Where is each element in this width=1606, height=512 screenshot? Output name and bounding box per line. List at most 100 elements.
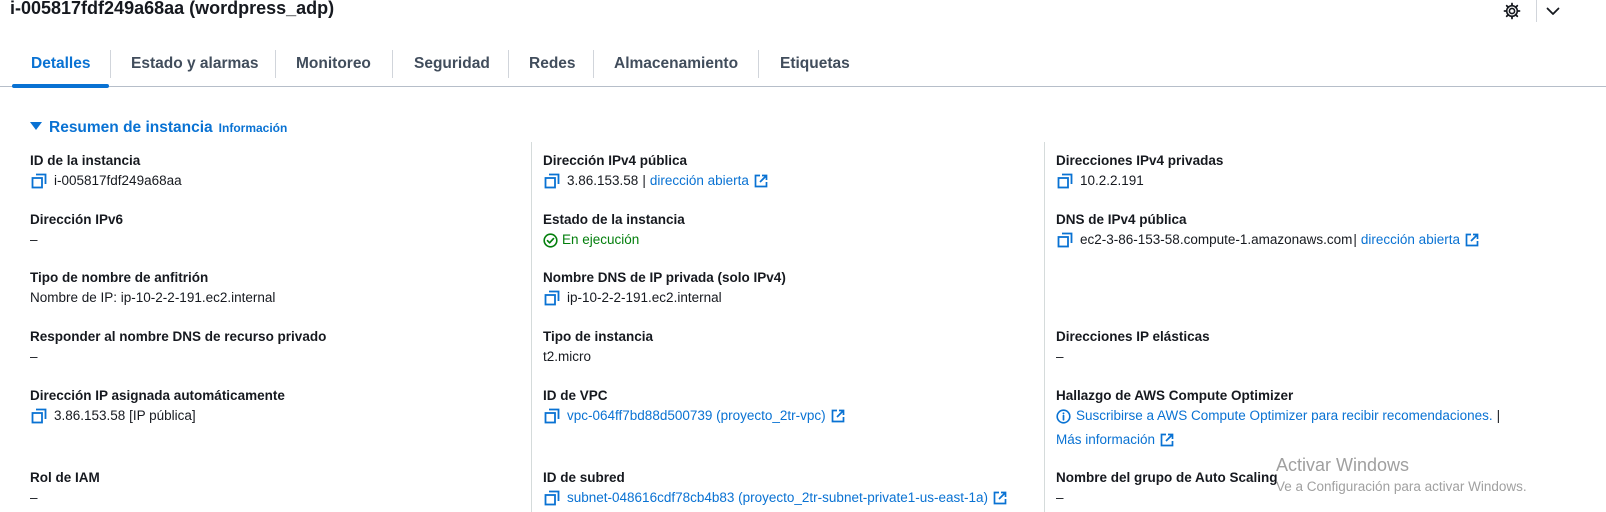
copy-icon[interactable]	[543, 407, 561, 425]
info-icon	[1056, 408, 1071, 424]
section-header[interactable]: Resumen de instancia Información	[30, 119, 287, 137]
public-dns-value: ec2-3-86-153-58.compute-1.amazonaws.com	[1080, 232, 1353, 247]
copy-icon[interactable]	[30, 172, 48, 190]
field-label: ID de VPC	[543, 388, 608, 403]
column-divider	[531, 142, 532, 512]
field-label: Tipo de nombre de anfitrión	[30, 270, 209, 285]
tab-divider	[508, 50, 509, 78]
section-title[interactable]: Resumen de instancia	[49, 119, 213, 136]
field-value: Suscribirse a AWS Compute Optimizer para…	[1056, 406, 1504, 426]
field-value: 3.86.153.58 | dirección abierta	[543, 171, 768, 191]
field-public-dns: DNS de IPv4 pública ec2-3-86-153-58.comp…	[1056, 210, 1479, 250]
check-circle-icon	[543, 232, 558, 248]
instance-type-value: t2.micro	[543, 349, 592, 364]
external-link-icon[interactable]	[1160, 433, 1174, 447]
caret-down-icon[interactable]	[30, 122, 42, 130]
copy-icon[interactable]	[30, 407, 48, 425]
info-link[interactable]: Información	[219, 121, 288, 135]
field-value: 10.2.2.191	[1056, 171, 1223, 191]
field-label: DNS de IPv4 pública	[1056, 212, 1187, 227]
instance-id-value: i-005817fdf249a68aa	[54, 173, 182, 188]
open-address-link[interactable]: dirección abierta	[1361, 230, 1460, 250]
vpc-id-link[interactable]: vpc-064ff7bd88d500739 (proyecto_2tr-vpc)	[567, 406, 826, 426]
field-private-ipv4: Direcciones IPv4 privadas 10.2.2.191	[1056, 151, 1223, 191]
copy-icon[interactable]	[543, 289, 561, 307]
field-label: ID de subred	[543, 470, 625, 485]
field-value: i-005817fdf249a68aa	[30, 171, 182, 191]
tab-bar: Detalles Estado y alarmas Monitoreo Segu…	[0, 44, 1606, 88]
copy-icon[interactable]	[1056, 231, 1074, 249]
tab-divider	[593, 50, 594, 78]
asg-name-value: –	[1056, 490, 1064, 505]
copy-icon[interactable]	[543, 489, 561, 507]
external-link-icon[interactable]	[831, 409, 845, 423]
field-label: Estado de la instancia	[543, 212, 685, 227]
header-divider	[1536, 0, 1537, 22]
private-ipv4-value: 10.2.2.191	[1080, 173, 1144, 188]
tab-etiquetas[interactable]: Etiquetas	[761, 44, 869, 87]
tab-estado-alarmas[interactable]: Estado y alarmas	[112, 44, 278, 87]
pipe-separator: |	[1353, 232, 1357, 247]
private-dns-answer-value: –	[30, 349, 38, 364]
field-ipv6: Dirección IPv6 –	[30, 210, 123, 250]
more-info-link[interactable]: Más información	[1056, 430, 1155, 450]
windows-watermark-subtitle: Ve a Configuración para activar Windows.	[1276, 479, 1527, 494]
field-label: Nombre del grupo de Auto Scaling	[1056, 470, 1278, 485]
copy-icon[interactable]	[543, 172, 561, 190]
gear-icon[interactable]	[1503, 2, 1521, 20]
field-vpc-id: ID de VPC vpc-064ff7bd88d500739 (proyect…	[543, 386, 845, 426]
field-iam-role: Rol de IAM –	[30, 468, 100, 508]
instance-header: i-005817fdf249a68aa (wordpress_adp)	[0, 0, 1606, 24]
field-label: Hallazgo de AWS Compute Optimizer	[1056, 388, 1294, 403]
field-elastic-ip: Direcciones IP elásticas –	[1056, 327, 1210, 367]
private-dns-value: ip-10-2-2-191.ec2.internal	[567, 290, 722, 305]
field-value: subnet-048616cdf78cb4b83 (proyecto_2tr-s…	[543, 488, 1007, 508]
field-private-dns: Nombre DNS de IP privada (solo IPv4) ip-…	[543, 268, 786, 308]
tab-detalles[interactable]: Detalles	[12, 44, 110, 88]
external-link-icon[interactable]	[993, 491, 1007, 505]
external-link-icon[interactable]	[754, 174, 768, 188]
field-value: ip-10-2-2-191.ec2.internal	[543, 288, 786, 308]
tab-divider	[392, 50, 393, 78]
tab-divider	[110, 50, 111, 78]
tab-monitoreo[interactable]: Monitoreo	[277, 44, 390, 87]
optimizer-subscribe-link[interactable]: Suscribirse a AWS Compute Optimizer para…	[1076, 406, 1493, 426]
open-address-link[interactable]: dirección abierta	[650, 171, 749, 191]
status-running: En ejecución	[562, 232, 640, 247]
field-value: ec2-3-86-153-58.compute-1.amazonaws.com …	[1056, 230, 1479, 250]
external-link-icon[interactable]	[1465, 233, 1479, 247]
field-instance-type: Tipo de instancia t2.micro	[543, 327, 653, 367]
field-label: Responder al nombre DNS de recurso priva…	[30, 329, 327, 344]
subnet-id-link[interactable]: subnet-048616cdf78cb4b83 (proyecto_2tr-s…	[567, 488, 988, 508]
field-label: ID de la instancia	[30, 153, 141, 168]
field-auto-ip: Dirección IP asignada automáticamente 3.…	[30, 386, 285, 426]
field-label: Rol de IAM	[30, 470, 100, 485]
tab-divider	[275, 50, 276, 78]
auto-ip-value: 3.86.153.58 [IP pública]	[54, 408, 196, 423]
field-asg-name: Nombre del grupo de Auto Scaling –	[1056, 468, 1278, 508]
field-instance-id: ID de la instancia i-005817fdf249a68aa	[30, 151, 182, 191]
copy-icon[interactable]	[1056, 172, 1074, 190]
windows-watermark-title: Activar Windows	[1276, 455, 1410, 475]
tab-almacenamiento[interactable]: Almacenamiento	[595, 44, 757, 87]
elastic-ip-value: –	[1056, 349, 1064, 364]
field-value: 3.86.153.58 [IP pública]	[30, 406, 285, 426]
field-label: Nombre DNS de IP privada (solo IPv4)	[543, 270, 786, 285]
iam-role-value: –	[30, 490, 38, 505]
tab-seguridad[interactable]: Seguridad	[395, 44, 509, 87]
page-title: i-005817fdf249a68aa (wordpress_adp)	[10, 0, 335, 18]
chevron-down-icon[interactable]	[1545, 3, 1561, 19]
field-subnet-id: ID de subred subnet-048616cdf78cb4b83 (p…	[543, 468, 1007, 508]
field-public-ipv4: Dirección IPv4 pública 3.86.153.58 | dir…	[543, 151, 768, 191]
field-hostname-type: Tipo de nombre de anfitrión Nombre de IP…	[30, 268, 275, 308]
field-private-dns-answer: Responder al nombre DNS de recurso priva…	[30, 327, 326, 367]
pipe-separator: |	[642, 173, 646, 188]
field-label: Direcciones IP elásticas	[1056, 329, 1210, 344]
column-divider	[1044, 142, 1045, 512]
public-ipv4-value: 3.86.153.58	[567, 173, 639, 188]
field-label: Dirección IPv4 pública	[543, 153, 688, 168]
tab-divider	[758, 50, 759, 78]
hostname-type-value: Nombre de IP: ip-10-2-2-191.ec2.internal	[30, 290, 276, 305]
tab-redes[interactable]: Redes	[510, 44, 595, 87]
field-value: En ejecución	[543, 230, 685, 250]
